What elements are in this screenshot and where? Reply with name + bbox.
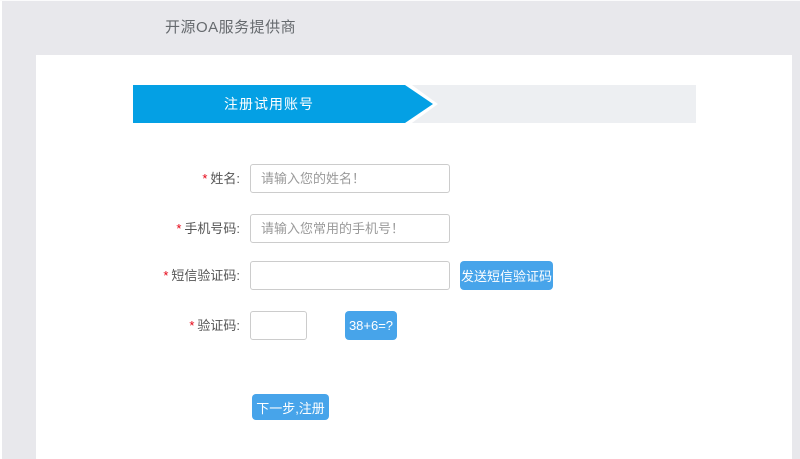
form-row-name: * 姓名: bbox=[36, 164, 792, 193]
page-title: 注册试用账号 bbox=[133, 85, 405, 123]
sms-code-input[interactable] bbox=[250, 261, 450, 290]
phone-label: * 手机号码: bbox=[36, 214, 240, 243]
name-label: * 姓名: bbox=[36, 164, 240, 193]
captcha-question-button[interactable]: 38+6=? bbox=[345, 311, 397, 340]
name-input[interactable] bbox=[250, 164, 450, 193]
banner-ribbon: 注册试用账号 bbox=[133, 85, 696, 123]
phone-label-text: 手机号码: bbox=[184, 221, 240, 236]
sms-code-label: * 短信验证码: bbox=[36, 261, 240, 290]
form-row-sms-code: * 短信验证码: 发送短信验证码 bbox=[36, 261, 792, 290]
form-row-phone: * 手机号码: bbox=[36, 214, 792, 243]
phone-input[interactable] bbox=[250, 214, 450, 243]
registration-card: 注册试用账号 *姓名: *手机号码: *短信验证码: 发送短信验证码 *验证码:… bbox=[36, 55, 792, 459]
window-edge-left bbox=[0, 0, 2, 459]
captcha-label-text: 验证码: bbox=[197, 318, 240, 333]
captcha-label: * 验证码: bbox=[36, 311, 240, 340]
send-sms-code-button[interactable]: 发送短信验证码 bbox=[460, 261, 553, 290]
banner-arrow bbox=[405, 85, 433, 123]
brand-title: 开源OA服务提供商 bbox=[165, 19, 297, 36]
required-asterisk: * bbox=[163, 268, 169, 283]
name-label-text: 姓名: bbox=[210, 171, 240, 186]
required-asterisk: * bbox=[189, 318, 195, 333]
window-edge-top bbox=[0, 0, 800, 1]
required-asterisk: * bbox=[202, 171, 208, 186]
submit-register-button[interactable]: 下一步,注册 bbox=[252, 394, 329, 420]
required-asterisk: * bbox=[176, 221, 182, 236]
form-row-captcha: * 验证码: 38+6=? bbox=[36, 311, 792, 340]
sms-code-label-text: 短信验证码: bbox=[171, 268, 240, 283]
captcha-input[interactable] bbox=[250, 311, 307, 340]
